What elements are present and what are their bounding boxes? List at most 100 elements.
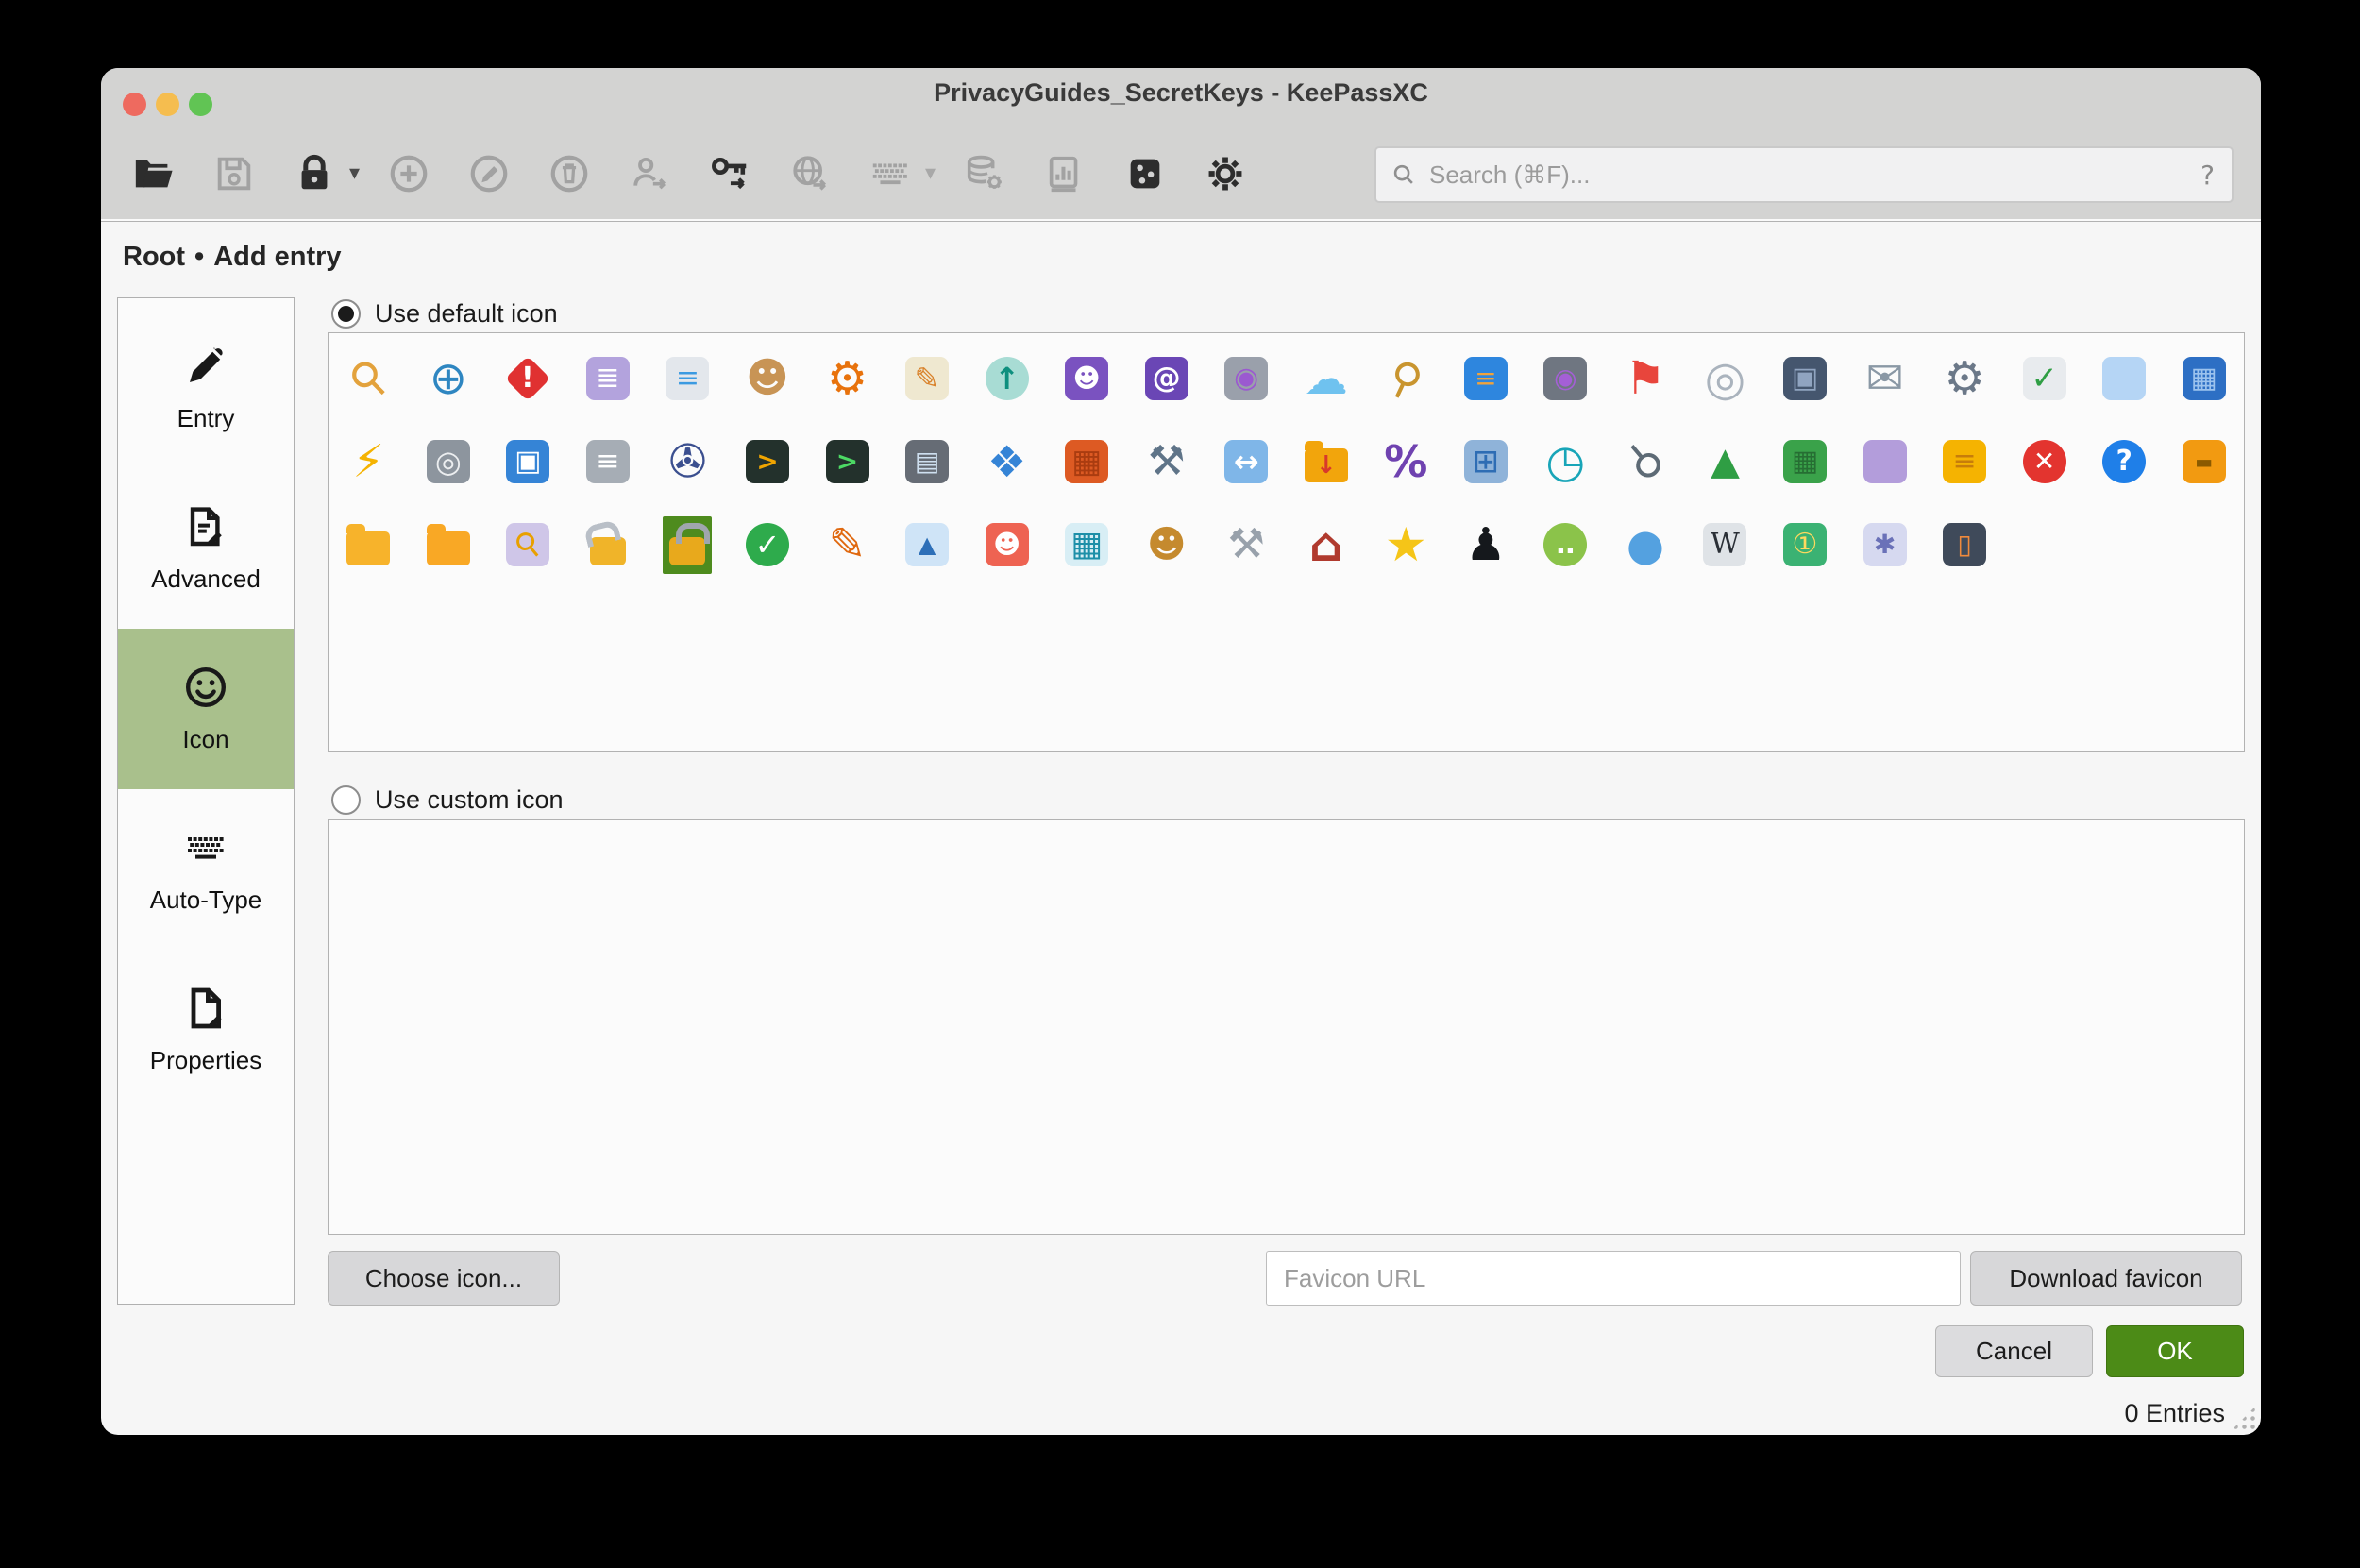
default-icon-upload[interactable]: ↑ xyxy=(979,348,1036,409)
default-icon-money[interactable]: ① xyxy=(1777,514,1833,575)
default-icon-terminal-key[interactable]: > xyxy=(739,431,796,492)
default-icon-user-lectern[interactable]: ☻ xyxy=(1138,514,1195,575)
sidebar-item-properties[interactable]: Properties xyxy=(118,950,294,1110)
lock-databases-dropdown-arrow-icon[interactable]: ▾ xyxy=(349,161,360,185)
default-icon-keys[interactable]: ⚲ xyxy=(1377,348,1434,409)
perform-auto-type-dropdown-arrow-icon[interactable]: ▾ xyxy=(925,161,936,185)
save-database-button[interactable] xyxy=(210,149,259,198)
open-database-button[interactable] xyxy=(129,149,178,198)
favicon-url-input[interactable] xyxy=(1266,1251,1961,1306)
default-icon-cdrom[interactable]: ◎ xyxy=(1696,348,1753,409)
default-icon-terminal[interactable]: > xyxy=(819,431,876,492)
default-icon-help[interactable]: ? xyxy=(2096,431,2152,492)
default-icon-folder[interactable] xyxy=(340,516,396,574)
add-entry-button[interactable] xyxy=(384,149,433,198)
use-custom-icon-radio[interactable] xyxy=(331,785,361,815)
default-icon-warning[interactable]: ! xyxy=(505,354,550,403)
default-icon-paper[interactable] xyxy=(2096,348,2152,409)
default-icon-browser[interactable]: ▦ xyxy=(2176,348,2233,409)
default-icon-notepad[interactable]: ✎ xyxy=(899,348,955,409)
copy-password-button[interactable] xyxy=(705,149,754,198)
default-icon-clock[interactable]: ◷ xyxy=(1537,431,1593,492)
default-icon-monitor-arrows[interactable]: ↔ xyxy=(1218,431,1274,492)
default-icon-world[interactable]: ⊕ xyxy=(420,348,477,409)
default-icon-tools[interactable]: ⚒ xyxy=(1218,514,1274,575)
default-icon-user[interactable]: ☻ xyxy=(739,348,796,409)
default-icon-camera[interactable]: ◉ xyxy=(1218,348,1274,409)
default-icon-email-at[interactable]: @ xyxy=(1138,348,1195,409)
default-icon-network-drive[interactable]: ≡ xyxy=(580,431,636,492)
sidebar-item-advanced[interactable]: Advanced xyxy=(118,468,294,629)
default-icon-address-book[interactable]: ☻ xyxy=(979,514,1036,575)
default-icon-image-document[interactable]: ▲ xyxy=(899,514,955,575)
default-icon-table[interactable]: ▦ xyxy=(1058,514,1115,575)
default-icon-identity[interactable]: ☻ xyxy=(1058,348,1115,409)
reports-button[interactable] xyxy=(1040,149,1089,198)
default-icon-film[interactable]: ✇ xyxy=(659,431,716,492)
default-icon-folder-download[interactable]: ↓ xyxy=(1298,433,1355,491)
default-icon-home[interactable]: ⌂ xyxy=(1298,514,1355,575)
default-icon-mountains[interactable]: ▲ xyxy=(1696,431,1753,492)
default-icon-plug[interactable]: ≡ xyxy=(1458,348,1514,409)
default-icon-gears[interactable]: ⚙ xyxy=(819,348,876,409)
default-icon-printer[interactable]: ▤ xyxy=(899,431,955,492)
download-favicon-button[interactable]: Download favicon xyxy=(1970,1251,2242,1306)
default-icon-trash-bin[interactable] xyxy=(1857,431,1913,492)
delete-entry-button[interactable] xyxy=(545,149,594,198)
default-icon-brick-wall[interactable]: ▦ xyxy=(1058,431,1115,492)
default-icon-key[interactable]: ⚲ xyxy=(340,348,396,409)
default-icon-magnifier[interactable]: ⚲ xyxy=(1617,431,1674,492)
copy-url-button[interactable] xyxy=(785,149,834,198)
settings-button[interactable] xyxy=(1201,149,1250,198)
default-icon-pencil[interactable]: ✎ xyxy=(819,514,876,575)
database-settings-button[interactable] xyxy=(960,149,1009,198)
sidebar-item-auto-type[interactable]: Auto-Type xyxy=(118,789,294,950)
default-icon-windows-screen[interactable]: ⊞ xyxy=(1458,431,1514,492)
cancel-button[interactable]: Cancel xyxy=(1935,1325,2093,1377)
default-icon-certificate[interactable]: ✱ xyxy=(1857,514,1913,575)
default-icon-note[interactable]: ≡ xyxy=(1936,431,1993,492)
sidebar-item-entry[interactable]: Entry xyxy=(118,308,294,468)
default-icon-network-server[interactable]: ≣ xyxy=(580,348,636,409)
default-icon-monitor[interactable]: ▣ xyxy=(1777,348,1833,409)
choose-icon-button[interactable]: Choose icon... xyxy=(328,1251,560,1306)
default-icon-star[interactable]: ★ xyxy=(1377,514,1434,575)
default-icon-bookmark[interactable]: ⚑ xyxy=(1617,348,1674,409)
default-icon-smartphone[interactable]: ▯ xyxy=(1936,514,1993,575)
copy-username-button[interactable] xyxy=(625,149,674,198)
default-icon-safe[interactable]: ◎ xyxy=(420,431,477,492)
default-icon-gear[interactable]: ⚙ xyxy=(1936,348,1993,409)
icon-pad: ⚒ xyxy=(1218,514,1274,575)
default-icon-package[interactable]: ▬ xyxy=(2176,431,2233,492)
use-default-icon-radio[interactable] xyxy=(331,299,361,329)
default-icon-clipboard-check[interactable]: ✓ xyxy=(2016,348,2073,409)
default-icon-wikipedia[interactable]: W xyxy=(1696,514,1753,575)
default-icon-projector[interactable]: ◉ xyxy=(1537,348,1593,409)
default-icon-tux[interactable]: ♟ xyxy=(1458,514,1514,575)
default-icon-email[interactable]: ✉ xyxy=(1857,348,1913,409)
search-input[interactable] xyxy=(1427,160,2183,191)
default-icon-checklist[interactable]: ≡ xyxy=(659,348,716,409)
default-icon-wireless[interactable]: ☁ xyxy=(1298,348,1355,409)
default-icon-android[interactable]: ‥ xyxy=(1537,514,1593,575)
sidebar-item-icon[interactable]: Icon xyxy=(118,629,294,789)
default-icon-folder-open[interactable] xyxy=(420,516,477,574)
password-generator-button[interactable] xyxy=(1121,149,1170,198)
default-icon-lightning[interactable]: ⚡ xyxy=(340,431,396,492)
default-icon-expired[interactable]: ✕ xyxy=(2016,431,2073,492)
default-icon-server-key[interactable]: ⚲ xyxy=(499,514,556,575)
default-icon-memory-chip[interactable]: ▦ xyxy=(1777,431,1833,492)
lock-databases-button[interactable] xyxy=(290,149,339,198)
edit-entry-button[interactable] xyxy=(464,149,514,198)
ok-button[interactable]: OK xyxy=(2106,1325,2244,1377)
resize-grip[interactable] xyxy=(2232,1406,2256,1430)
default-icon-check-circle[interactable]: ✓ xyxy=(739,514,796,575)
default-icon-floppy[interactable]: ▣ xyxy=(499,431,556,492)
default-icon-lock-open[interactable] xyxy=(583,516,632,574)
default-icon-wrench[interactable]: ⚒ xyxy=(1138,431,1195,492)
perform-auto-type-button[interactable] xyxy=(866,149,915,198)
default-icon-percent[interactable]: % xyxy=(1377,431,1434,492)
default-icon-apple[interactable]: ● xyxy=(1617,514,1674,575)
default-icon-lock-closed[interactable] xyxy=(663,516,712,574)
default-icon-color-blocks[interactable]: ❖ xyxy=(979,431,1036,492)
